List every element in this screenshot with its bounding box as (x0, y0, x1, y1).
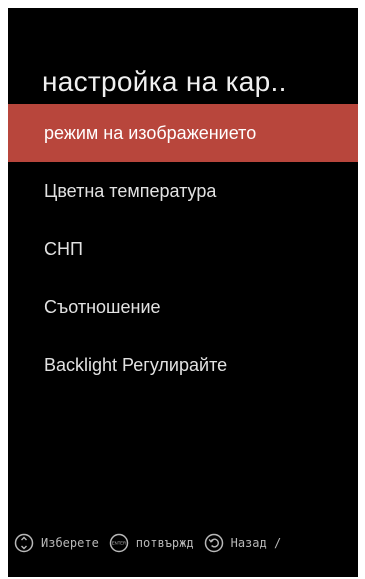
enter-icon-text: ENTER (112, 541, 126, 546)
confirm-hint-label: потвържд (135, 536, 194, 550)
menu-item-backlight[interactable]: Backlight Регулирайте (8, 336, 358, 394)
back-hint-label: Назад / (230, 536, 282, 550)
enter-icon: ENTER (109, 533, 129, 553)
settings-menu: режим на изображението Цветна температур… (8, 104, 358, 394)
menu-item-aspect-ratio[interactable]: Съотношение (8, 278, 358, 336)
picture-settings-panel: настройка на кар.. режим на изображениет… (8, 8, 358, 577)
menu-item-picture-mode[interactable]: режим на изображението (8, 104, 358, 162)
page-title: настройка на кар.. (42, 66, 287, 97)
select-hint: Изберете (14, 533, 99, 553)
back-icon (204, 533, 224, 553)
dpad-icon (14, 533, 34, 553)
select-hint-label: Изберете (41, 536, 99, 550)
back-hint: Назад / (204, 533, 282, 553)
menu-item-dnr[interactable]: СНП (8, 220, 358, 278)
button-hints-bar: Изберете ENTER потвържд Назад / (14, 529, 291, 557)
confirm-hint: ENTER потвържд (109, 533, 194, 553)
menu-item-color-temperature[interactable]: Цветна температура (8, 162, 358, 220)
